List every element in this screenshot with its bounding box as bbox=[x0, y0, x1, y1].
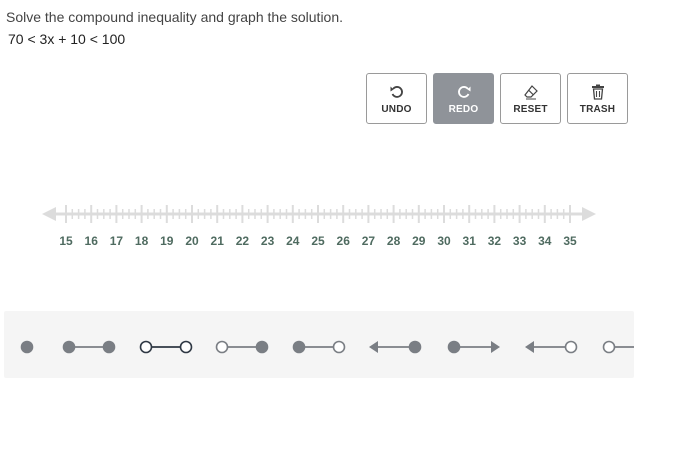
tick-label: 32 bbox=[488, 234, 502, 248]
tick-label: 22 bbox=[236, 234, 250, 248]
tick-label: 28 bbox=[387, 234, 401, 248]
tick-label: 31 bbox=[463, 234, 477, 248]
tick-label: 35 bbox=[563, 234, 577, 248]
number-line-left-arrow bbox=[42, 207, 56, 221]
number-line[interactable]: 15 16 17 18 19 20 21 22 23 24 25 26 27 28 29 30 31 32 33 34… bbox=[0, 0, 700, 260]
number-line-right-arrow bbox=[582, 207, 596, 221]
tool-segment-closed-closed[interactable] bbox=[55, 319, 123, 373]
tool-segment-open-closed[interactable] bbox=[208, 319, 276, 373]
tick-label: 27 bbox=[362, 234, 376, 248]
tool-palette bbox=[4, 311, 655, 378]
tool-ray-right-open[interactable] bbox=[595, 319, 655, 373]
tool-segment-open-open[interactable] bbox=[132, 319, 200, 373]
tick-label: 26 bbox=[337, 234, 351, 248]
tick-label: 23 bbox=[261, 234, 275, 248]
tick-label: 19 bbox=[160, 234, 174, 248]
tick-label: 17 bbox=[110, 234, 124, 248]
tick-label: 24 bbox=[286, 234, 300, 248]
tick-label: 16 bbox=[85, 234, 99, 248]
tick-label: 25 bbox=[311, 234, 325, 248]
tick-label: 33 bbox=[513, 234, 527, 248]
tool-ray-right-closed[interactable] bbox=[440, 319, 508, 373]
tick-label: 15 bbox=[59, 234, 73, 248]
tick-label: 29 bbox=[412, 234, 426, 248]
tick-label: 34 bbox=[538, 234, 552, 248]
tool-segment-closed-open[interactable] bbox=[285, 319, 353, 373]
tick-label: 18 bbox=[135, 234, 149, 248]
tool-point-closed[interactable] bbox=[4, 319, 61, 373]
tool-ray-left-closed[interactable] bbox=[361, 319, 429, 373]
tool-palette-icons bbox=[4, 319, 655, 373]
tool-ray-left-open[interactable] bbox=[517, 319, 585, 373]
tick-label: 30 bbox=[437, 234, 451, 248]
tick-label: 20 bbox=[185, 234, 199, 248]
tick-label: 21 bbox=[211, 234, 225, 248]
